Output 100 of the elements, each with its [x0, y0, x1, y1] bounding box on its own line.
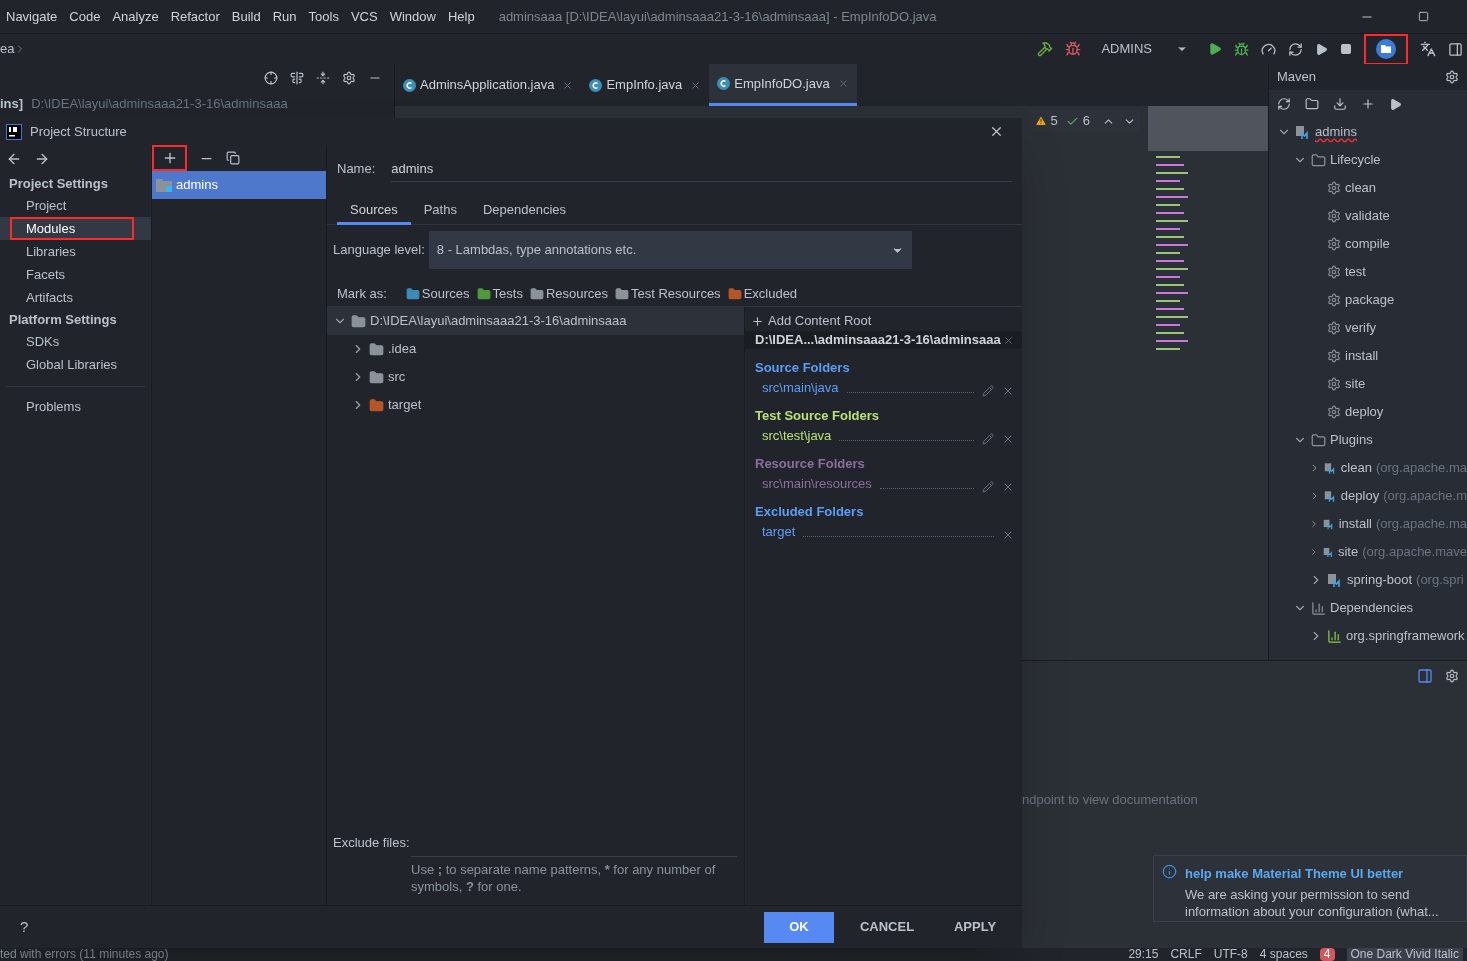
folder-path[interactable]: target: [762, 521, 796, 541]
add-button[interactable]: [152, 145, 187, 171]
bug-icon[interactable]: [1065, 41, 1082, 57]
help-button[interactable]: ?: [20, 915, 29, 939]
maven-tree-item[interactable]: Plugins: [1330, 430, 1373, 450]
hammer-icon[interactable]: [1037, 41, 1054, 57]
encoding[interactable]: UTF-8: [1213, 948, 1248, 961]
module-tab[interactable]: Paths: [410, 197, 470, 225]
add-content-root-button[interactable]: Add Content Root: [745, 311, 1022, 331]
edit-icon[interactable]: [982, 481, 994, 493]
maven-tree-item[interactable]: package: [1345, 290, 1395, 310]
module-name[interactable]: ins]: [0, 94, 24, 114]
settings-icon[interactable]: [1445, 668, 1459, 683]
cursor-position[interactable]: 29:15: [1128, 948, 1159, 961]
dialog-button[interactable]: APPLY: [940, 911, 1010, 943]
maven-tree-item[interactable]: deploy: [1340, 486, 1380, 506]
maven-tree-item[interactable]: admins: [1315, 122, 1357, 142]
run-config-dropdown[interactable]: ADMINS: [1093, 39, 1196, 59]
run-icon[interactable]: [1208, 42, 1222, 56]
menu-item[interactable]: Code: [69, 6, 101, 27]
settings-icon[interactable]: [1445, 70, 1459, 84]
reload-icon[interactable]: [1277, 97, 1291, 111]
menu-item[interactable]: Build: [231, 6, 261, 27]
mark-as-button[interactable]: Sources: [405, 283, 470, 304]
folder-icon[interactable]: [1305, 97, 1319, 111]
panel-icon[interactable]: [1448, 41, 1463, 57]
indent[interactable]: 4 spaces: [1259, 948, 1308, 961]
maven-tree-item[interactable]: test: [1345, 262, 1366, 282]
edit-icon[interactable]: [982, 385, 994, 397]
editor-tab[interactable]: AdminsApplication.java: [395, 64, 582, 106]
stop-icon[interactable]: [1340, 43, 1352, 55]
download-icon[interactable]: [1333, 97, 1347, 111]
play-icon[interactable]: [1315, 42, 1328, 56]
editor-tab[interactable]: EmpInfoDO.java: [709, 64, 857, 106]
mark-as-button[interactable]: Excluded: [727, 283, 798, 304]
menu-item[interactable]: Window: [389, 6, 436, 27]
dialog-button[interactable]: CANCEL: [852, 911, 922, 943]
editor-tab[interactable]: EmpInfo.java: [581, 64, 710, 106]
nav-item[interactable]: Project: [10, 194, 83, 217]
maven-tree-item[interactable]: install: [1345, 346, 1379, 366]
menu-item[interactable]: Help: [447, 6, 475, 27]
nav-item[interactable]: SDKs: [10, 330, 76, 353]
maven-tree-item[interactable]: site: [1338, 542, 1359, 562]
maven-tree-item[interactable]: spring-boot: [1347, 570, 1413, 590]
debug-icon[interactable]: [1234, 41, 1249, 57]
maven-tree-item[interactable]: site: [1345, 374, 1366, 394]
layout-icon[interactable]: [1417, 667, 1433, 684]
copy-icon[interactable]: [226, 151, 240, 165]
maven-tree-item[interactable]: install: [1338, 514, 1372, 534]
notification-title[interactable]: help make Material Theme UI better: [1185, 864, 1458, 884]
module-tab[interactable]: Dependencies: [469, 197, 580, 225]
tree-item[interactable]: target: [388, 395, 422, 415]
translate-icon[interactable]: [1420, 41, 1436, 57]
folder-path[interactable]: src\test\java: [762, 425, 832, 445]
line-ending[interactable]: CRLF: [1170, 948, 1202, 961]
folder-path[interactable]: src\main\resources: [762, 473, 872, 493]
maven-tree-item[interactable]: verify: [1345, 318, 1377, 338]
nav-item[interactable]: Problems: [0, 397, 151, 417]
maven-tree-item[interactable]: org.springframework: [1346, 626, 1465, 646]
tree-item[interactable]: src: [388, 367, 406, 387]
edit-icon[interactable]: [982, 433, 994, 445]
folder-path[interactable]: src\main\java: [762, 377, 839, 397]
menu-item[interactable]: Tools: [308, 6, 339, 27]
menu-item[interactable]: Analyze: [112, 6, 159, 27]
menu-item[interactable]: Run: [272, 6, 297, 27]
maven-tree-item[interactable]: Lifecycle: [1330, 150, 1381, 170]
maven-tree-item[interactable]: compile: [1345, 234, 1390, 254]
module-item[interactable]: admins: [152, 171, 326, 199]
breadcrumb[interactable]: ea: [0, 39, 15, 59]
menu-item[interactable]: Navigate: [6, 6, 58, 27]
nav-item[interactable]: Libraries: [10, 240, 92, 263]
run-icon[interactable]: [1389, 97, 1402, 111]
locate-icon[interactable]: [264, 71, 278, 85]
nav-item[interactable]: Artifacts: [10, 286, 89, 309]
nav-item[interactable]: Facets: [10, 263, 81, 286]
back-arrow-icon[interactable]: [6, 151, 22, 167]
forward-arrow-icon[interactable]: [34, 151, 50, 167]
name-field[interactable]: admins: [391, 156, 1012, 182]
theme-name[interactable]: One Dark Vivid Italic: [1346, 948, 1463, 961]
maximize-icon[interactable]: [1418, 11, 1429, 22]
mark-as-button[interactable]: Tests: [476, 283, 523, 304]
inspection-widget[interactable]: 5 6: [1030, 110, 1140, 132]
mark-as-button[interactable]: Test Resources: [615, 283, 721, 304]
nav-item[interactable]: Global Libraries: [10, 353, 134, 376]
menu-item[interactable]: Refactor: [170, 6, 220, 27]
maven-tree-item[interactable]: deploy: [1345, 402, 1384, 422]
menu-item[interactable]: VCS: [350, 6, 378, 27]
maven-tree-item[interactable]: clean: [1345, 178, 1377, 198]
settings-icon[interactable]: [342, 71, 356, 85]
tree-item[interactable]: .idea: [388, 339, 417, 359]
maven-tree-item[interactable]: Dependencies: [1330, 598, 1414, 618]
mark-as-button[interactable]: Resources: [529, 283, 609, 304]
close-icon[interactable]: [989, 124, 1004, 139]
add-icon[interactable]: [1361, 97, 1375, 111]
language-level-dropdown[interactable]: 8 - Lambdas, type annotations etc.: [428, 231, 912, 269]
error-badge[interactable]: 4: [1319, 948, 1335, 961]
maven-tree-item[interactable]: clean: [1340, 458, 1372, 478]
module-tab[interactable]: Sources: [337, 197, 411, 225]
nav-item[interactable]: Modules: [10, 217, 134, 240]
maven-tree-item[interactable]: validate: [1345, 206, 1390, 226]
